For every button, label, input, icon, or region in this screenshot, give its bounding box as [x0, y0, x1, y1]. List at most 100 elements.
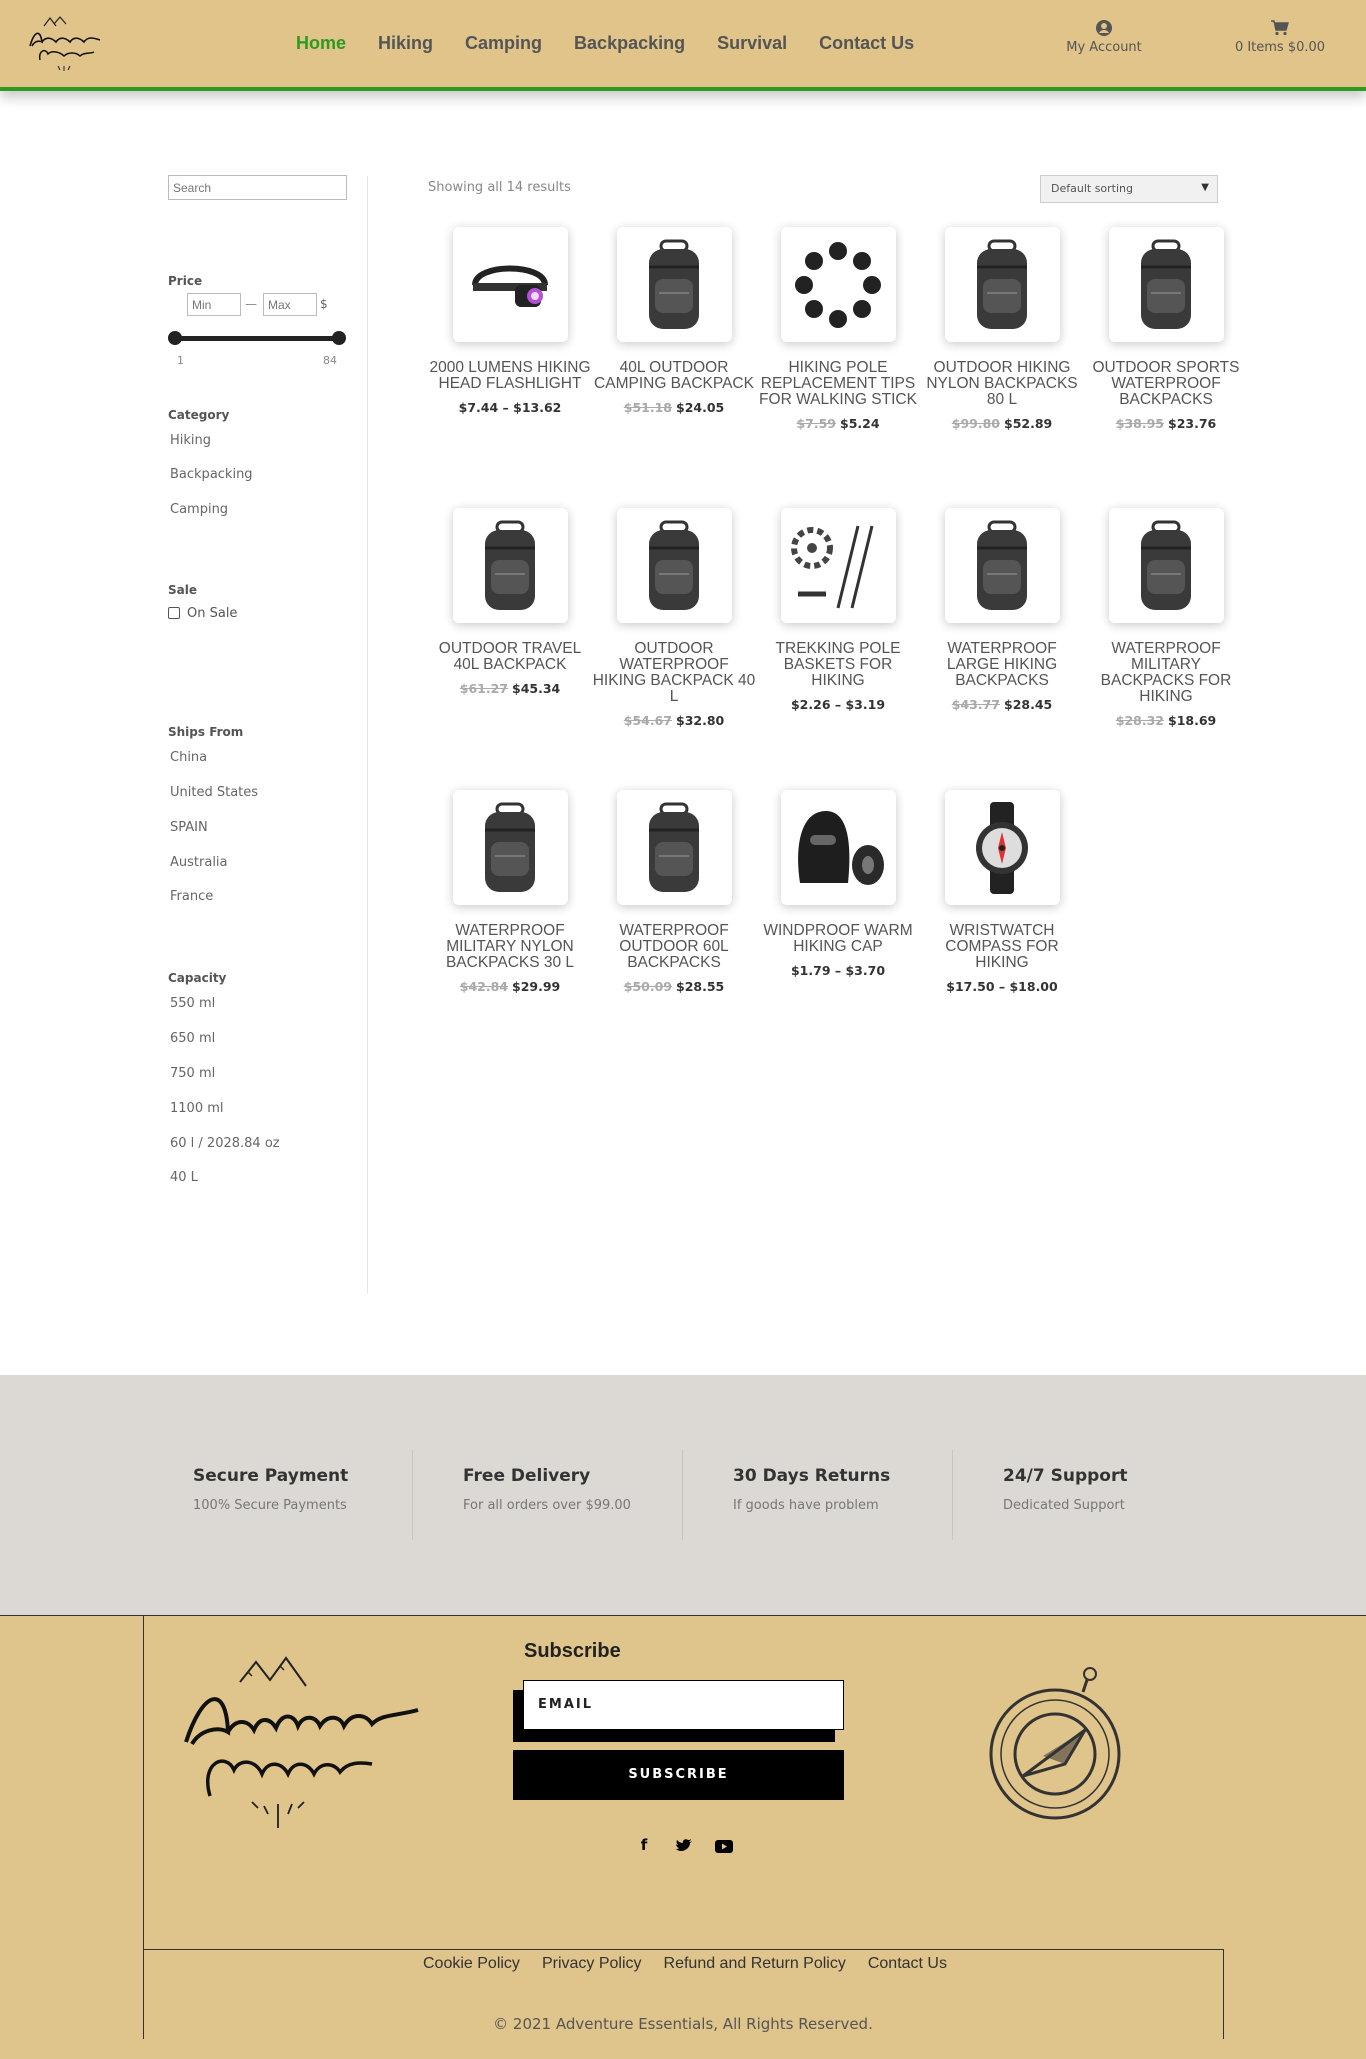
product-image[interactable] — [616, 227, 732, 342]
youtube-icon[interactable] — [714, 1836, 734, 1856]
ships-spain[interactable]: SPAIN — [170, 820, 208, 835]
product-card[interactable]: OUTDOOR TRAVEL 40L BACKPACK $61.27 $45.34 — [428, 508, 592, 696]
product-image[interactable] — [452, 227, 568, 342]
ships-france[interactable]: France — [170, 889, 213, 904]
pole-tips-icon — [795, 241, 881, 328]
cookie-policy-link[interactable]: Cookie Policy — [423, 1955, 520, 1973]
product-title[interactable]: WATERPROOF MILITARY NYLON BACKPACKS 30 L — [428, 923, 592, 971]
price-slider-max-handle[interactable] — [332, 331, 346, 345]
product-title[interactable]: WRISTWATCH COMPASS FOR HIKING — [920, 923, 1084, 971]
cart-link[interactable]: 0 Items $0.00 — [1228, 20, 1332, 55]
feature-divider — [412, 1450, 413, 1540]
product-image[interactable] — [780, 227, 896, 342]
product-title[interactable]: WATERPROOF MILITARY BACKPACKS FOR HIKING — [1084, 641, 1248, 705]
product-title[interactable]: WATERPROOF OUTDOOR 60L BACKPACKS — [592, 923, 756, 971]
product-old-price: $38.95 — [1115, 416, 1164, 431]
ships-united-states[interactable]: United States — [170, 785, 258, 800]
nav-camping[interactable]: Camping — [465, 33, 542, 54]
feature-sub: Dedicated Support — [1003, 1498, 1125, 1513]
product-title[interactable]: WINDPROOF WARM HIKING CAP — [756, 923, 920, 955]
product-image[interactable] — [1108, 508, 1224, 623]
nav-survival[interactable]: Survival — [717, 33, 787, 54]
nav-home[interactable]: Home — [296, 33, 346, 54]
ships-china[interactable]: China — [170, 750, 207, 765]
product-card[interactable]: WINDPROOF WARM HIKING CAP $1.79 – $3.70 — [756, 790, 920, 978]
capacity-40l[interactable]: 40 L — [170, 1170, 198, 1185]
category-backpacking[interactable]: Backpacking — [170, 467, 253, 482]
product-current-price: $18.69 — [1168, 713, 1217, 728]
product-current-price: $1.79 – $3.70 — [790, 963, 886, 978]
product-price: $1.79 – $3.70 — [756, 963, 920, 978]
product-image[interactable] — [944, 508, 1060, 623]
capacity-60l[interactable]: 60 l / 2028.84 oz — [170, 1136, 280, 1151]
product-image[interactable] — [780, 508, 896, 623]
ships-australia[interactable]: Australia — [170, 855, 228, 870]
product-title[interactable]: OUTDOOR SPORTS WATERPROOF BACKPACKS — [1084, 360, 1248, 408]
feature-title: 30 Days Returns — [733, 1466, 891, 1486]
product-price: $61.27 $45.34 — [428, 681, 592, 696]
product-card[interactable]: 2000 LUMENS HIKING HEAD FLASHLIGHT $7.44 … — [428, 227, 592, 415]
product-title[interactable]: TREKKING POLE BASKETS FOR HIKING — [756, 641, 920, 689]
product-image[interactable] — [616, 508, 732, 623]
product-title[interactable]: WATERPROOF LARGE HIKING BACKPACKS — [920, 641, 1084, 689]
capacity-750ml[interactable]: 750 ml — [170, 1066, 215, 1081]
email-field[interactable]: EMAIL — [523, 1680, 844, 1730]
nav-hiking[interactable]: Hiking — [378, 33, 433, 54]
sidebar-divider — [367, 176, 368, 1294]
product-card[interactable]: OUTDOOR HIKING NYLON BACKPACKS 80 L $99.8… — [920, 227, 1084, 431]
footer-contact-link[interactable]: Contact Us — [868, 1955, 947, 1973]
logo-icon[interactable] — [24, 12, 106, 74]
category-hiking[interactable]: Hiking — [170, 433, 211, 448]
my-account-link[interactable]: My Account — [1065, 20, 1143, 55]
backpack-icon — [977, 239, 1027, 329]
product-card[interactable]: WRISTWATCH COMPASS FOR HIKING $17.50 – $1… — [920, 790, 1084, 994]
search-input[interactable] — [168, 175, 347, 200]
product-current-price: $2.26 – $3.19 — [790, 697, 886, 712]
product-title[interactable]: OUTDOOR TRAVEL 40L BACKPACK — [428, 641, 592, 673]
product-title[interactable]: 2000 LUMENS HIKING HEAD FLASHLIGHT — [428, 360, 592, 392]
product-image[interactable] — [780, 790, 896, 905]
price-min-input[interactable] — [187, 293, 241, 316]
nav-backpacking[interactable]: Backpacking — [574, 33, 685, 54]
capacity-1100ml[interactable]: 1100 ml — [170, 1101, 224, 1116]
feature-returns: 30 Days Returns If goods have problem — [733, 1466, 890, 1513]
price-slider-track[interactable] — [174, 336, 339, 341]
on-sale-checkbox[interactable] — [168, 607, 180, 619]
sort-select[interactable]: Default sorting ▼ — [1040, 175, 1218, 203]
product-title[interactable]: 40L OUTDOOR CAMPING BACKPACK — [592, 360, 756, 392]
product-price: $38.95 $23.76 — [1084, 416, 1248, 431]
product-image[interactable] — [1108, 227, 1224, 342]
product-card[interactable]: WATERPROOF MILITARY BACKPACKS FOR HIKING… — [1084, 508, 1248, 728]
product-image[interactable] — [616, 790, 732, 905]
product-title[interactable]: HIKING POLE REPLACEMENT TIPS FOR WALKING… — [756, 360, 920, 408]
product-card[interactable]: HIKING POLE REPLACEMENT TIPS FOR WALKING… — [756, 227, 920, 431]
adventure-essentials-logo-icon — [184, 1656, 419, 1828]
product-image[interactable] — [452, 508, 568, 623]
product-card[interactable]: WATERPROOF OUTDOOR 60L BACKPACKS $50.09 $2… — [592, 790, 756, 994]
product-image[interactable] — [452, 790, 568, 905]
product-old-price: $43.77 — [951, 697, 1000, 712]
product-card[interactable]: OUTDOOR SPORTS WATERPROOF BACKPACKS $38.9… — [1084, 227, 1248, 431]
capacity-550ml[interactable]: 550 ml — [170, 996, 215, 1011]
product-card[interactable]: WATERPROOF LARGE HIKING BACKPACKS $43.77 $… — [920, 508, 1084, 712]
category-camping[interactable]: Camping — [170, 502, 228, 517]
facebook-icon[interactable]: f — [634, 1836, 654, 1856]
product-title[interactable]: OUTDOOR WATERPROOF HIKING BACKPACK 40 L — [592, 641, 756, 705]
price-slider-min-handle[interactable] — [168, 331, 182, 345]
privacy-policy-link[interactable]: Privacy Policy — [542, 1955, 642, 1973]
twitter-icon[interactable] — [674, 1836, 694, 1856]
product-image[interactable] — [944, 227, 1060, 342]
product-image[interactable] — [944, 790, 1060, 905]
product-title[interactable]: OUTDOOR HIKING NYLON BACKPACKS 80 L — [920, 360, 1084, 408]
nav-contact[interactable]: Contact Us — [819, 33, 914, 54]
product-old-price: $99.80 — [951, 416, 1000, 431]
refund-policy-link[interactable]: Refund and Return Policy — [664, 1955, 846, 1973]
product-card[interactable]: TREKKING POLE BASKETS FOR HIKING $2.26 – … — [756, 508, 920, 712]
price-max-input[interactable] — [263, 293, 317, 316]
product-card[interactable]: 40L OUTDOOR CAMPING BACKPACK $51.18 $24.05 — [592, 227, 756, 415]
capacity-650ml[interactable]: 650 ml — [170, 1031, 215, 1046]
product-card[interactable]: OUTDOOR WATERPROOF HIKING BACKPACK 40 L $… — [592, 508, 756, 728]
my-account-label: My Account — [1066, 40, 1142, 55]
product-card[interactable]: WATERPROOF MILITARY NYLON BACKPACKS 30 L… — [428, 790, 592, 994]
subscribe-button[interactable]: SUBSCRIBE — [513, 1750, 844, 1800]
